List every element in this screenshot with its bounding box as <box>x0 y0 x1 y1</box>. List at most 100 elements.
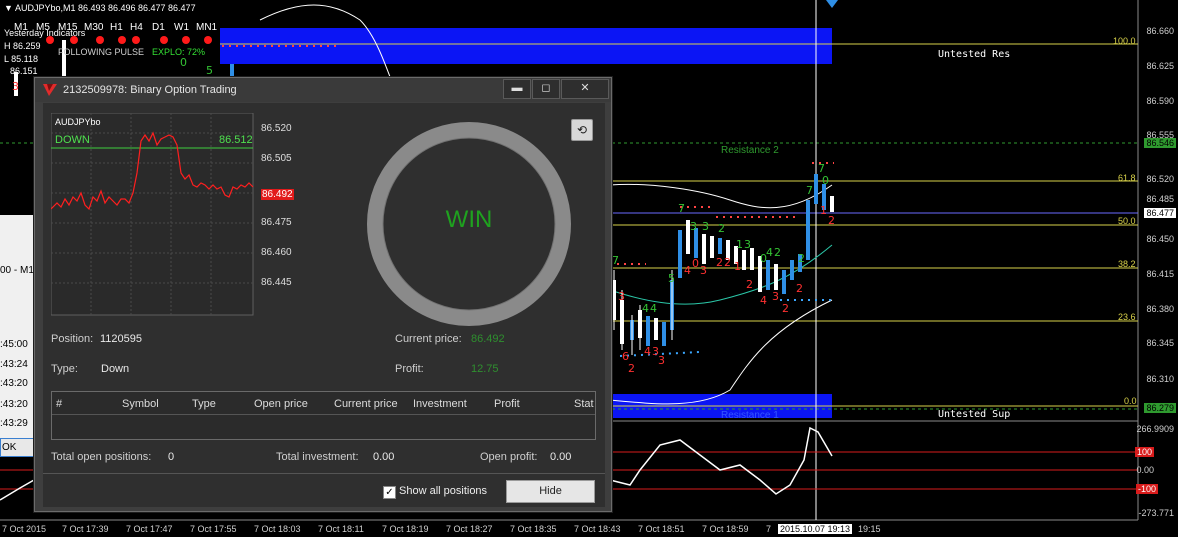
svg-text:2: 2 <box>782 302 789 315</box>
minimize-button[interactable]: ▬ <box>503 79 531 99</box>
time-tick: 7 Oct 17:39 <box>62 524 109 534</box>
col-header[interactable]: Investment <box>413 398 467 410</box>
bg-window-line: :43:20 <box>0 399 28 410</box>
svg-text:2: 2 <box>798 252 805 265</box>
show-all-checkbox[interactable]: ✓ <box>383 486 396 499</box>
mini-y-tick: 86.520 <box>261 123 292 134</box>
time-tick: 7 Oct 18:51 <box>638 524 685 534</box>
svg-text:4: 4 <box>684 264 691 277</box>
untested-res-label: Untested Res <box>938 49 1011 60</box>
time-tick: 7 Oct 18:11 <box>318 524 364 534</box>
svg-text:0: 0 <box>180 56 187 69</box>
table-header-divider <box>52 414 595 415</box>
col-header[interactable]: Symbol <box>122 398 159 410</box>
col-header[interactable]: # <box>56 398 62 410</box>
price-tick: 86.625 <box>1146 61 1174 71</box>
total-investment-value: 0.00 <box>373 451 395 463</box>
close-button[interactable]: ✕ <box>561 79 609 99</box>
open-profit-value: 0.00 <box>550 451 572 463</box>
background-window: 00 - M1 :45:00 :43:24 :43:20 :43:20 :43:… <box>0 215 34 455</box>
svg-text:5: 5 <box>668 272 675 285</box>
price-tick: 86.485 <box>1146 194 1174 204</box>
mini-y-tick: 86.445 <box>261 277 292 288</box>
svg-text:3: 3 <box>772 290 779 303</box>
svg-text:2: 2 <box>746 278 753 291</box>
svg-text:7: 7 <box>806 184 813 197</box>
price-tick: 86.415 <box>1146 269 1174 279</box>
position-value: 1120595 <box>100 333 143 345</box>
svg-text:1: 1 <box>734 260 741 273</box>
tf-w1[interactable]: W1 <box>174 22 189 33</box>
result-ring: WIN <box>363 118 575 330</box>
mini-chart-direction: DOWN <box>55 134 90 146</box>
mini-y-tick: 86.505 <box>261 153 292 164</box>
price-tick: 86.450 <box>1146 234 1174 244</box>
col-header[interactable]: Open price <box>254 398 308 410</box>
dropdown-icon: ▼ <box>4 3 13 13</box>
osc-level-0: 0.00 <box>1136 465 1154 475</box>
svg-text:4: 4 <box>760 294 767 307</box>
current-price-value: 86.492 <box>471 333 505 345</box>
svg-text:2: 2 <box>828 214 835 227</box>
indicator-low: L 85.118 <box>4 54 39 64</box>
dialog-body: AUDJPYbo DOWN 86.512 86.520 86.505 86.49… <box>43 103 605 507</box>
col-header[interactable]: Type <box>192 398 216 410</box>
mini-price-chart: AUDJPYbo DOWN 86.512 86.520 86.505 86.49… <box>51 113 294 317</box>
svg-text:3: 3 <box>690 220 697 233</box>
tf-d1[interactable]: D1 <box>152 22 165 33</box>
svg-text:5: 5 <box>206 64 213 77</box>
svg-text:2: 2 <box>724 256 731 269</box>
time-tick: 7 Oct 17:47 <box>126 524 173 534</box>
fib-38: 38.2 <box>1118 259 1136 269</box>
price-tick: 86.310 <box>1146 374 1174 384</box>
svg-text:4: 4 <box>644 345 651 358</box>
tf-h1[interactable]: H1 <box>110 22 123 33</box>
price-tick: 86.380 <box>1146 304 1174 314</box>
fib-23: 23.6 <box>1118 312 1136 322</box>
result-text: WIN <box>445 206 493 233</box>
svg-text:0: 0 <box>692 257 699 270</box>
indicator-title: Yesterday Indicators <box>4 28 86 38</box>
svg-text:3: 3 <box>744 238 751 251</box>
svg-text:2: 2 <box>628 362 635 375</box>
tf-mn1[interactable]: MN1 <box>196 22 217 33</box>
dialog-titlebar[interactable]: 2132509978: Binary Option Trading ▬ ◻ ✕ <box>35 78 611 102</box>
time-tick: 7 Oct 18:19 <box>382 524 429 534</box>
col-header[interactable]: Stat <box>574 398 594 410</box>
osc-min: -273.771 <box>1138 508 1174 518</box>
binary-option-dialog: 2132509978: Binary Option Trading ▬ ◻ ✕ … <box>34 77 612 512</box>
mini-chart-symbol: AUDJPYbo <box>55 117 101 127</box>
untested-sup-label: Untested Sup <box>938 409 1011 420</box>
total-investment-label: Total investment: <box>276 451 359 463</box>
ok-button[interactable]: OK <box>0 438 35 457</box>
tf-m30[interactable]: M30 <box>84 22 103 33</box>
open-profit-label: Open profit: <box>480 451 538 463</box>
mini-y-tick: 86.460 <box>261 247 292 258</box>
maximize-button[interactable]: ◻ <box>532 79 560 99</box>
col-header[interactable]: Current price <box>334 398 398 410</box>
cursor-time-tag: 2015.10.07 19:13 <box>778 524 853 534</box>
dialog-title: 2132509978: Binary Option Trading <box>63 84 237 96</box>
mini-chart-entry-price: 86.512 <box>219 134 253 146</box>
svg-text:7: 7 <box>678 202 685 215</box>
price-tick: 86.660 <box>1146 26 1174 36</box>
fib-100: 100.0 <box>1113 36 1136 46</box>
support-price-tag: 86.279 <box>1144 403 1176 413</box>
col-header[interactable]: Profit <box>494 398 520 410</box>
app-logo-icon <box>43 84 57 96</box>
current-price-tag: 86.477 <box>1144 208 1176 218</box>
position-label: Position: <box>51 333 94 345</box>
show-all-label[interactable]: Show all positions <box>399 485 487 497</box>
bg-window-line: 00 - M1 <box>0 265 34 276</box>
positions-table[interactable]: # Symbol Type Open price Current price I… <box>51 391 596 440</box>
fib-61: 61.8 <box>1118 173 1136 183</box>
total-open-label: Total open positions: <box>51 451 152 463</box>
bg-window-line: :43:24 <box>0 359 28 370</box>
untested-res-zone <box>220 28 832 64</box>
tf-h4[interactable]: H4 <box>130 22 143 33</box>
back-button[interactable]: ⟲ <box>571 119 593 141</box>
osc-max: 266.9909 <box>1136 424 1174 434</box>
svg-text:1: 1 <box>820 204 827 217</box>
time-tick: 7 Oct 18:59 <box>702 524 749 534</box>
hide-button[interactable]: Hide <box>506 480 595 503</box>
